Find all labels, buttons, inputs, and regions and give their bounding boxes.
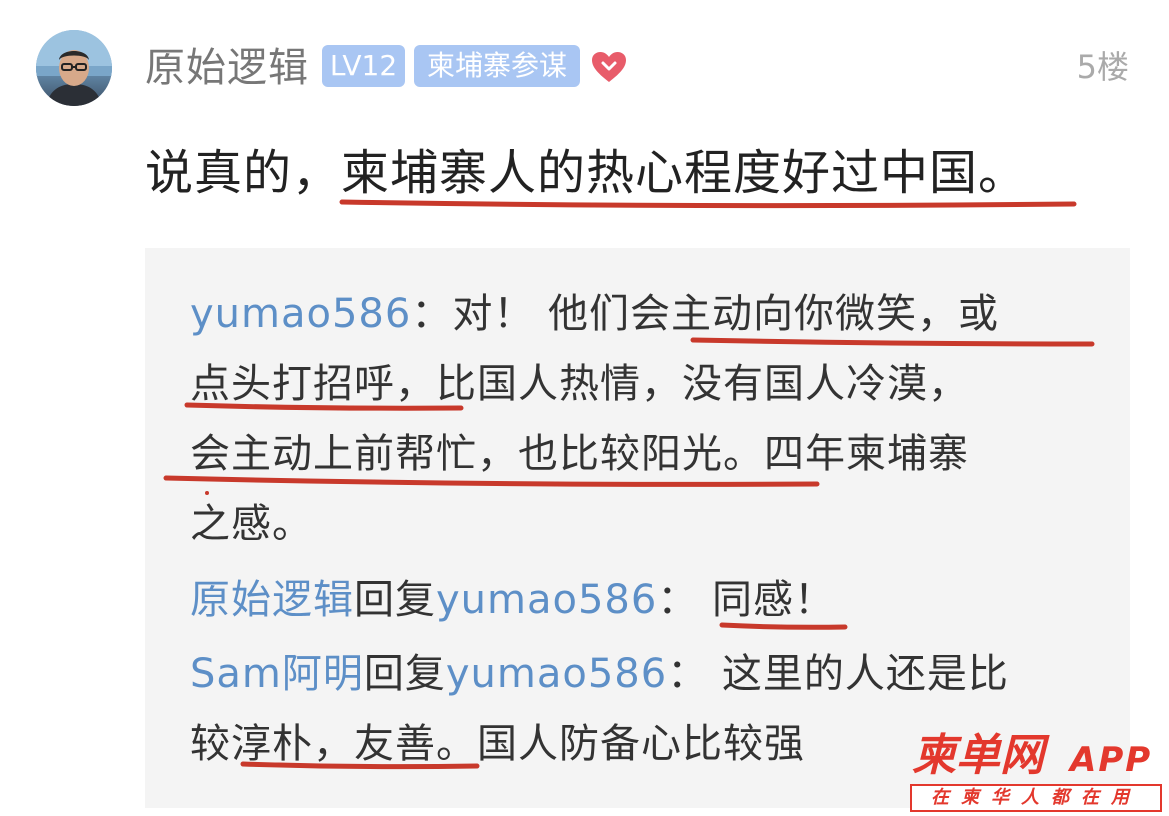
heart-icon[interactable] [590,50,628,84]
reply-line-2: 点头打招呼，比国人热情，没有国人冷漠， [190,361,969,407]
reply-line-1: yumao586：对！ 他们会主动向你微笑，或 [190,286,999,342]
reply-verb: 回复 [354,577,436,623]
floor-number: 5楼 [1076,48,1129,86]
avatar-photo [36,30,112,106]
reply-text: ： 这里的人还是比 [667,651,1009,697]
watermark-app-label: APP [1070,740,1153,780]
post-username[interactable]: 原始逻辑 [145,40,309,96]
reply-line-4: 之感。 [190,501,313,547]
reply-item-1: 原始逻辑回复yumao586： 同感！ [190,572,835,628]
title-badge: 柬埔寨参谋 [414,45,580,87]
post-content: 说真的，柬埔寨人的热心程度好过中国。 [145,145,1028,201]
reply-from-link[interactable]: Sam阿明 [190,651,364,697]
reply-verb: 回复 [363,651,446,697]
level-badge: LV12 [322,45,405,87]
reply-line-3: 会主动上前帮忙，也比较阳光。四年柬埔寨 [190,431,969,477]
reply-from-link[interactable]: 原始逻辑 [190,577,354,623]
watermark-logo: 柬单网 [912,730,1044,781]
reply-item-2-continued: 较淳朴，友善。国人防备心比较强 [190,721,805,767]
reply-to-link[interactable]: yumao586 [446,651,667,697]
reply-item-2: Sam阿明回复yumao586： 这里的人还是比 [190,646,1009,702]
reply-to-link[interactable]: yumao586 [436,577,657,623]
reply-text: ： 同感！ [657,577,836,623]
avatar[interactable] [36,30,112,106]
reply-user-link[interactable]: yumao586 [190,291,411,337]
reply-text: ：对！ 他们会主动向你微笑，或 [411,291,1000,337]
watermark-tagline: 在柬华人都在用 [910,784,1162,812]
